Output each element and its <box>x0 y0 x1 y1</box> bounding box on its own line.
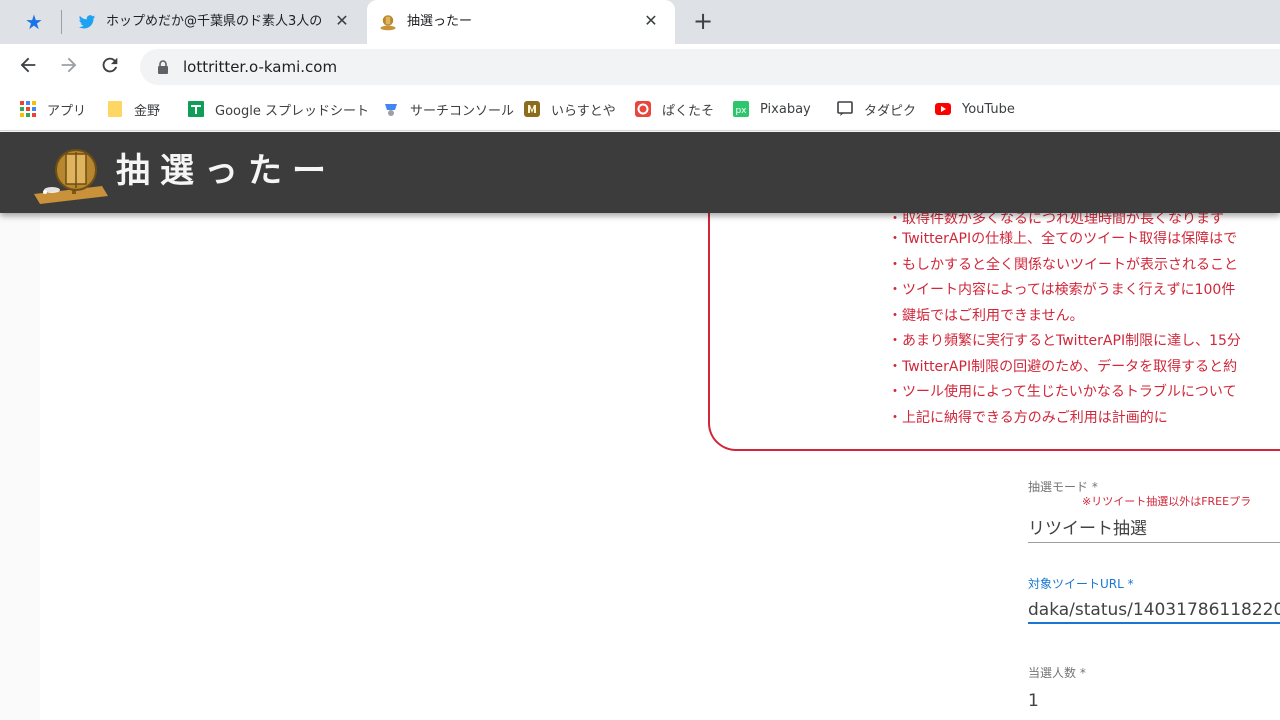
bookmark-label: ぱくたそ <box>662 103 715 119</box>
url-text: lottritter.o-kami.com <box>183 58 338 76</box>
new-tab-button[interactable]: + <box>690 9 716 35</box>
notice-item: ・TwitterAPIの仕様上、全てのツイート取得は保障はで <box>888 231 1238 247</box>
bookmark-label: Google スプレッドシート <box>215 103 369 119</box>
tab-separator <box>61 10 62 34</box>
mode-select[interactable]: リツイート抽選 <box>1028 517 1280 543</box>
bookmark-kinno[interactable]: 金野 <box>106 98 160 120</box>
youtube-icon <box>935 103 951 115</box>
tweet-url-label: 対象ツイートURL * <box>1028 577 1134 591</box>
notice-item: ・あまり頻繁に実行するとTwitterAPI制限に達し、15分 <box>888 333 1241 349</box>
site-title: 抽選ったー <box>116 151 336 191</box>
winners-label: 当選人数 * <box>1028 666 1086 680</box>
site-header: 抽選ったー <box>0 132 1280 213</box>
winners-field: 当選人数 * 1 <box>1028 665 1280 715</box>
tweet-url-field: 対象ツイートURL * daka/status/14031786118220 <box>1028 576 1280 624</box>
tweet-url-input[interactable]: daka/status/14031786118220 <box>1028 598 1280 624</box>
mode-label: 抽選モード * <box>1028 480 1098 494</box>
bookmark-apps[interactable]: アプリ <box>19 98 86 120</box>
close-icon[interactable]: ✕ <box>332 11 352 31</box>
bookmark-google-sheets[interactable]: Google スプレッドシート <box>187 98 369 120</box>
notice-item: ・鍵垢ではご利用できません。 <box>888 307 1084 324</box>
pixabay-icon: px <box>733 101 749 117</box>
apps-grid-icon <box>20 101 36 117</box>
notice-list: ・取得件数が多くなるにつれ処理時間が長くなります ・TwitterAPIの仕様上… <box>888 213 1280 431</box>
winners-input[interactable]: 1 <box>1028 689 1280 715</box>
bookmark-pakutaso[interactable]: ぱくたそ <box>634 98 714 120</box>
irasutoya-icon <box>524 101 540 117</box>
pakutaso-icon <box>635 101 651 117</box>
notice-item: ・もしかすると全く関係ないツイートが表示されること <box>888 256 1238 273</box>
star-icon[interactable]: ★ <box>25 11 47 33</box>
close-icon[interactable]: ✕ <box>641 11 661 31</box>
bookmark-label: いらすとや <box>551 103 616 119</box>
bookmark-label: YouTube <box>962 101 1015 117</box>
lottery-drum-icon <box>380 15 396 31</box>
bookmark-irasutoya[interactable]: いらすとや <box>523 98 616 120</box>
notice-item: ・ツイート内容によっては検索がうまく行えずに100件 <box>888 282 1236 298</box>
notice-item: ・TwitterAPI制限の回避のため、データを取得すると約 <box>888 358 1238 375</box>
lock-icon <box>158 60 168 74</box>
browser-toolbar: lottritter.o-kami.com <box>0 44 1280 90</box>
notice-item: ・ツール使用によって生じたいかなるトラブルについて <box>888 384 1237 400</box>
bookmark-label: サーチコンソール <box>410 103 515 119</box>
tadapiku-icon <box>837 101 853 116</box>
notice-item: ・取得件数が多くなるにつれ処理時間が長くなります <box>888 213 1224 227</box>
left-gutter <box>0 213 40 720</box>
bookmark-search-console[interactable]: サーチコンソール <box>382 98 514 120</box>
reload-icon[interactable] <box>97 54 123 80</box>
bookmark-pixabay[interactable]: px Pixabay <box>732 98 811 120</box>
page-content: ・取得件数が多くなるにつれ処理時間が長くなります ・TwitterAPIの仕様上… <box>0 213 1280 720</box>
browser-tab-strip: ★ ホップめだか@千葉県のド素人3人の ✕ 抽選ったー ✕ + <box>0 0 1280 44</box>
lottery-drum-logo-icon[interactable] <box>32 144 110 204</box>
bookmark-label: アプリ <box>47 103 87 119</box>
search-console-icon <box>385 104 397 116</box>
bookmark-label: Pixabay <box>760 101 811 117</box>
twitter-bird-icon <box>78 15 96 29</box>
svg-text:px: px <box>735 106 747 116</box>
bookmark-youtube[interactable]: YouTube <box>934 98 1015 120</box>
google-sheets-icon <box>188 101 204 117</box>
mode-note: ※リツイート抽選以外はFREEプラ <box>1082 495 1252 508</box>
forward-arrow-icon[interactable] <box>56 54 82 80</box>
address-bar[interactable]: lottritter.o-kami.com <box>140 49 1280 85</box>
mode-field: 抽選モード * ※リツイート抽選以外はFREEプラ リツイート抽選 <box>1028 479 1280 543</box>
bookmarks-bar: アプリ 金野 Google スプレッドシート サーチコンソール いらすとや ぱく… <box>0 90 1280 131</box>
tab-twitter[interactable]: ホップめだか@千葉県のド素人3人の ✕ <box>66 0 366 44</box>
tab-lottritter[interactable]: 抽選ったー ✕ <box>367 0 675 44</box>
folder-icon <box>108 101 122 117</box>
tab-title: 抽選ったー <box>407 14 473 29</box>
bookmark-label: 金野 <box>134 103 161 119</box>
notice-item: ・上記に納得できる方のみご利用は計画的に <box>888 409 1168 426</box>
back-arrow-icon[interactable] <box>15 54 41 80</box>
bookmark-label: タダピク <box>864 103 917 119</box>
bookmark-tadapiku[interactable]: タダピク <box>836 98 916 120</box>
tab-title: ホップめだか@千葉県のド素人3人の <box>106 14 323 29</box>
